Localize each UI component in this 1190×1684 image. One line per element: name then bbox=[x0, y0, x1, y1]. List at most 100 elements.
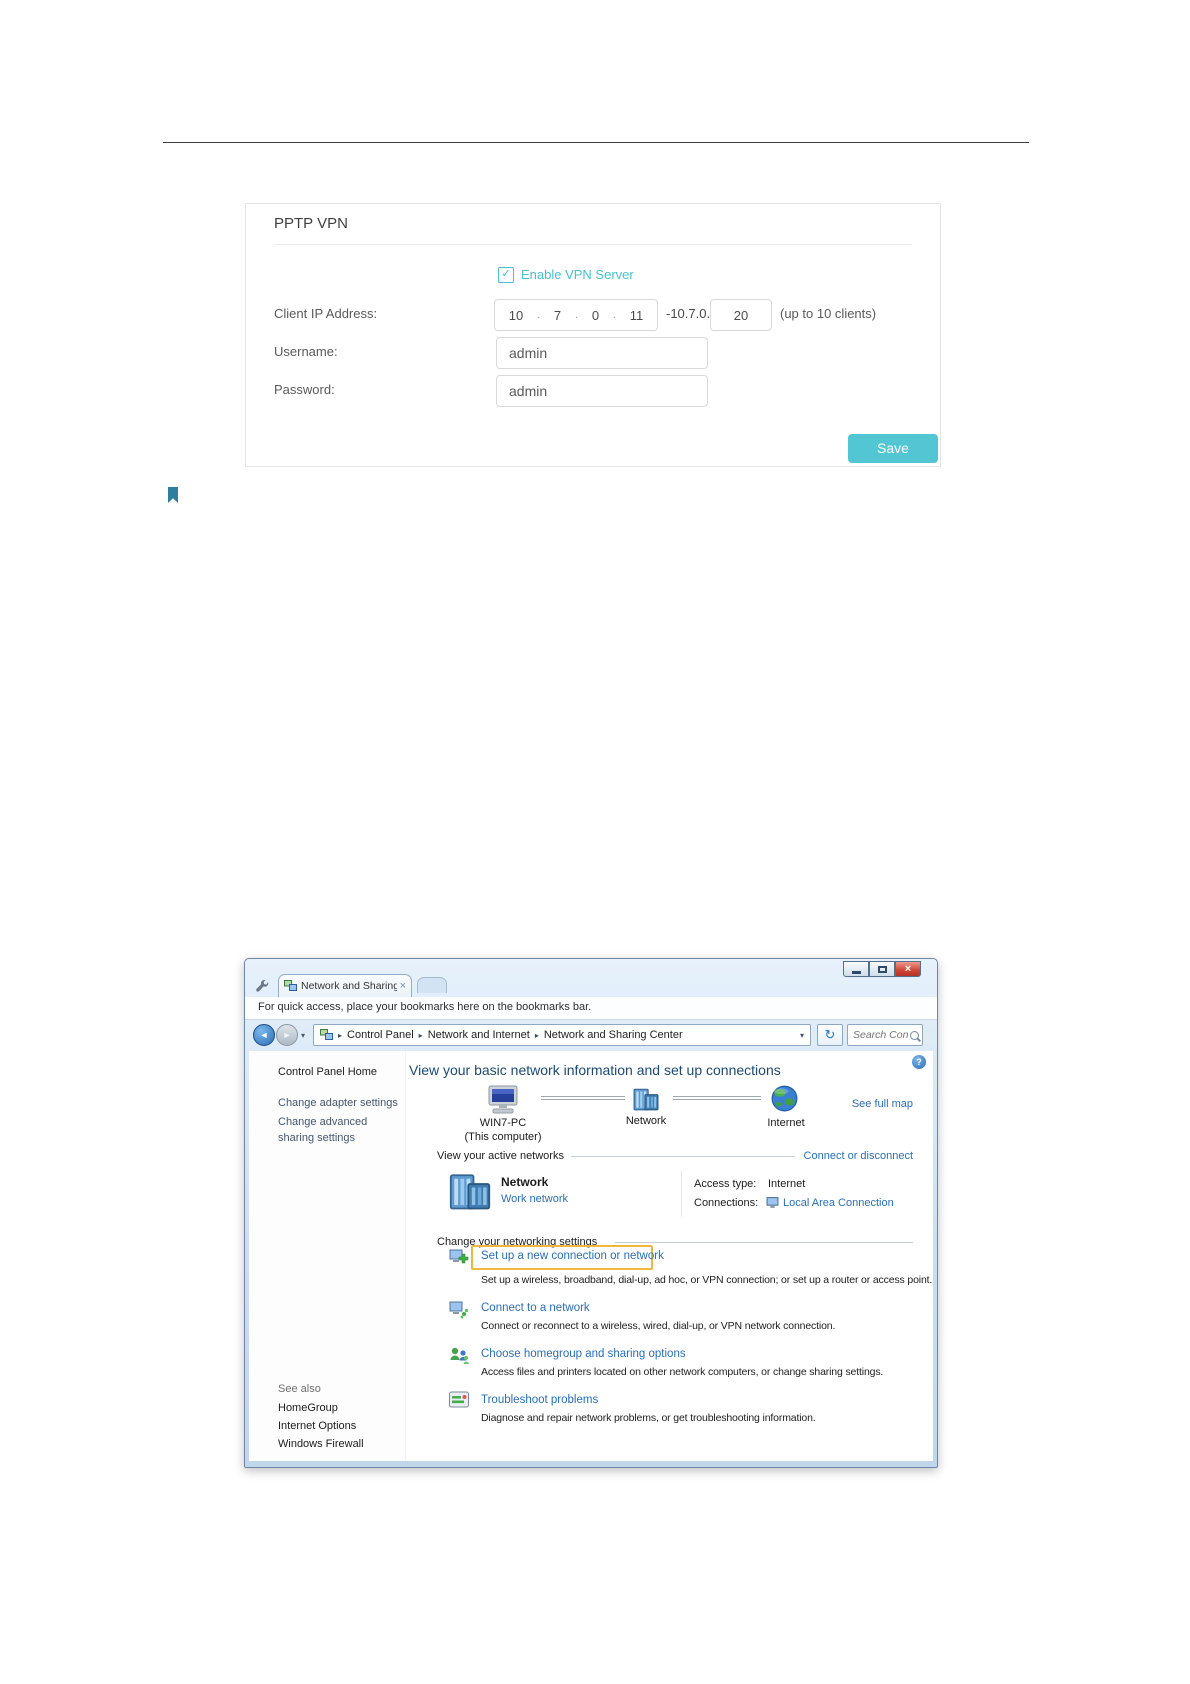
username-field[interactable] bbox=[496, 337, 708, 369]
breadcrumb-sep-icon: ▸ bbox=[534, 1030, 539, 1040]
help-icon[interactable] bbox=[912, 1055, 926, 1069]
breadcrumb-control-panel[interactable]: Control Panel bbox=[347, 1029, 414, 1041]
computer-icon bbox=[488, 1085, 518, 1114]
sidebar-item-homegroup[interactable]: HomeGroup bbox=[278, 1402, 338, 1414]
wrench-icon[interactable] bbox=[256, 980, 269, 993]
sidebar-item-control-panel-home[interactable]: Control Panel Home bbox=[278, 1066, 377, 1078]
password-label: Password: bbox=[274, 382, 335, 397]
map-computer-label: WIN7-PC bbox=[479, 1117, 527, 1129]
active-network-divider bbox=[681, 1171, 682, 1217]
active-networks-label: View your active networks bbox=[437, 1150, 564, 1162]
connect-network-link[interactable]: Connect to a network bbox=[481, 1302, 590, 1314]
client-ip-input[interactable]: 10 . 7 . 0 . 11 bbox=[494, 299, 658, 331]
map-computer-sublabel: (This computer) bbox=[464, 1131, 542, 1143]
refresh-button[interactable] bbox=[817, 1024, 843, 1046]
minimize-button[interactable] bbox=[843, 961, 869, 977]
note-bookmark-icon bbox=[168, 487, 178, 503]
page-title: View your basic network information and … bbox=[409, 1062, 781, 1078]
sidebar: Control Panel Home Change adapter settin… bbox=[249, 1051, 406, 1461]
page-content: Control Panel Home Change adapter settin… bbox=[249, 1051, 933, 1461]
section-rule bbox=[571, 1156, 795, 1157]
sidebar-item-change-advanced-sharing[interactable]: Change advanced sharing settings bbox=[278, 1115, 400, 1147]
local-area-connection-link[interactable]: Local Area Connection bbox=[783, 1197, 894, 1209]
troubleshoot-desc: Diagnose and repair network problems, or… bbox=[481, 1412, 816, 1424]
pptp-vpn-panel: PPTP VPN Enable VPN Server Client IP Add… bbox=[245, 203, 941, 467]
search-input[interactable] bbox=[848, 1029, 909, 1041]
navigation-bar: ◄ ► ▾ ▸ Control Panel ▸ Network and Inte… bbox=[245, 1019, 937, 1051]
window-titlebar[interactable]: Network and Sharing Cent × × bbox=[245, 959, 937, 997]
new-tab-button[interactable] bbox=[417, 977, 447, 993]
window-controls: × bbox=[843, 961, 921, 977]
ip-octet[interactable]: 10 bbox=[509, 308, 523, 323]
browser-window: Network and Sharing Cent × × For quick a… bbox=[244, 958, 938, 1468]
forward-button[interactable]: ► bbox=[276, 1024, 298, 1046]
address-dropdown-icon[interactable]: ▾ bbox=[800, 1031, 804, 1040]
maximize-icon bbox=[877, 965, 887, 973]
access-type-value: Internet bbox=[768, 1178, 806, 1190]
setup-connection-link[interactable]: Set up a new connection or network bbox=[481, 1250, 664, 1262]
close-button[interactable]: × bbox=[895, 961, 921, 977]
enable-vpn-checkbox[interactable] bbox=[498, 267, 514, 283]
ip-dot: . bbox=[612, 309, 616, 321]
tab-network-sharing-center[interactable]: Network and Sharing Cent × bbox=[278, 974, 412, 997]
map-internet-label: Internet bbox=[767, 1117, 805, 1129]
active-network-building-icon bbox=[449, 1174, 491, 1210]
back-button[interactable]: ◄ bbox=[253, 1024, 275, 1046]
search-magnifier-icon bbox=[910, 1030, 919, 1040]
lan-connection-icon bbox=[766, 1197, 779, 1208]
connect-network-desc: Connect or reconnect to a wireless, wire… bbox=[481, 1320, 836, 1332]
username-label: Username: bbox=[274, 344, 338, 359]
ip-octet[interactable]: 11 bbox=[630, 308, 644, 323]
panel-title-rule bbox=[274, 244, 912, 245]
breadcrumb-sep-icon: ▸ bbox=[338, 1030, 343, 1040]
map-network-label: Network bbox=[625, 1115, 667, 1127]
bookmarks-hint: For quick access, place your bookmarks h… bbox=[258, 1001, 592, 1013]
ip-dot: . bbox=[574, 309, 579, 321]
active-network-name: Network bbox=[501, 1175, 549, 1189]
ip-octet[interactable]: 7 bbox=[554, 308, 561, 323]
enable-vpn-label[interactable]: Enable VPN Server bbox=[521, 267, 634, 282]
homegroup-options-link[interactable]: Choose homegroup and sharing options bbox=[481, 1348, 686, 1360]
homegroup-icon bbox=[450, 1347, 469, 1364]
ip-range-prefix: -10.7.0. bbox=[666, 306, 711, 321]
history-dropdown-icon[interactable]: ▾ bbox=[301, 1031, 305, 1040]
ip-dot: . bbox=[537, 309, 541, 321]
ip-octet[interactable]: 0 bbox=[592, 308, 599, 323]
tab-favicon-network-icon bbox=[284, 980, 297, 991]
access-type-label: Access type: bbox=[694, 1178, 757, 1190]
breadcrumb-network-internet[interactable]: Network and Internet bbox=[428, 1029, 530, 1041]
address-bar[interactable]: ▸ Control Panel ▸ Network and Internet ▸… bbox=[313, 1024, 811, 1046]
setup-connection-desc: Set up a wireless, broadband, dial-up, a… bbox=[481, 1274, 933, 1286]
sidebar-item-internet-options[interactable]: Internet Options bbox=[278, 1420, 356, 1432]
troubleshoot-link[interactable]: Troubleshoot problems bbox=[481, 1394, 598, 1406]
address-favicon-network-icon bbox=[320, 1029, 333, 1040]
work-network-link[interactable]: Work network bbox=[501, 1193, 568, 1205]
map-link-line bbox=[541, 1096, 625, 1100]
ip-range-end-value[interactable]: 20 bbox=[734, 308, 748, 323]
client-ip-label: Client IP Address: bbox=[274, 306, 378, 321]
save-button[interactable]: Save bbox=[848, 434, 938, 463]
search-box[interactable] bbox=[847, 1024, 923, 1046]
sidebar-item-change-adapter-settings[interactable]: Change adapter settings bbox=[278, 1097, 398, 1109]
tab-close-icon[interactable]: × bbox=[400, 980, 406, 992]
maximize-button[interactable] bbox=[869, 961, 895, 977]
sidebar-item-windows-firewall[interactable]: Windows Firewall bbox=[278, 1438, 364, 1450]
see-full-map-link[interactable]: See full map bbox=[852, 1098, 913, 1110]
tab-title: Network and Sharing Cent bbox=[301, 980, 397, 992]
breadcrumb-network-sharing-center[interactable]: Network and Sharing Center bbox=[544, 1029, 683, 1041]
sidebar-see-also-label: See also bbox=[278, 1383, 321, 1395]
section-rule bbox=[615, 1242, 913, 1243]
connect-network-icon bbox=[449, 1301, 469, 1319]
minimize-icon bbox=[851, 970, 861, 974]
troubleshoot-icon bbox=[449, 1391, 469, 1408]
ip-range-end-input[interactable]: 20 bbox=[710, 299, 772, 331]
internet-globe-icon bbox=[771, 1085, 798, 1112]
connect-disconnect-link[interactable]: Connect or disconnect bbox=[804, 1150, 913, 1162]
setup-connection-icon bbox=[449, 1249, 469, 1264]
network-building-icon bbox=[633, 1088, 659, 1111]
close-icon: × bbox=[904, 963, 912, 975]
bookmarks-bar: For quick access, place your bookmarks h… bbox=[245, 997, 937, 1020]
clients-hint: (up to 10 clients) bbox=[780, 306, 877, 321]
breadcrumb-sep-icon: ▸ bbox=[418, 1030, 423, 1040]
password-field[interactable] bbox=[496, 375, 708, 407]
